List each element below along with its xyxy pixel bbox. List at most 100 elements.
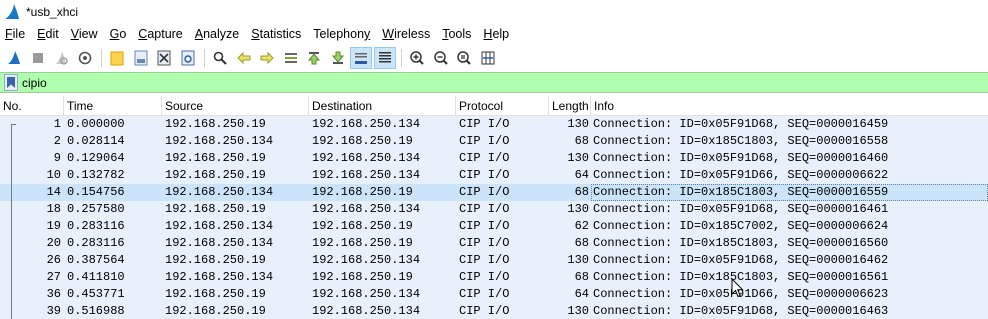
packet-protocol: CIP I/O xyxy=(459,219,510,233)
packet-destination: 192.168.250.134 xyxy=(312,168,421,182)
display-filter-input[interactable]: cipio xyxy=(22,76,47,90)
packet-time: 0.154756 xyxy=(67,185,125,199)
restart-icon[interactable] xyxy=(50,47,72,69)
auto-scroll-icon[interactable] xyxy=(350,46,372,69)
menu-go[interactable]: Go xyxy=(104,24,133,44)
packet-row[interactable]: 10 0.132782 192.168.250.19 192.168.250.134 C… xyxy=(0,167,988,184)
packet-length: 68 xyxy=(574,236,589,250)
packet-length: 130 xyxy=(567,151,589,165)
packet-number: 26 xyxy=(46,253,61,267)
first-packet-icon[interactable] xyxy=(303,47,325,69)
packet-destination: 192.168.250.134 xyxy=(312,151,421,165)
toolbar-separator xyxy=(204,48,205,67)
packet-source: 192.168.250.134 xyxy=(165,219,274,233)
menu-file[interactable]: File xyxy=(0,24,31,44)
menu-help[interactable]: Help xyxy=(477,24,515,44)
packet-number: 39 xyxy=(46,304,61,318)
packet-row[interactable]: 36 0.453771 192.168.250.19 192.168.250.134 C… xyxy=(0,286,988,303)
column-header-no[interactable]: No. xyxy=(0,96,64,116)
last-packet-icon[interactable] xyxy=(327,47,349,69)
colorize-icon[interactable] xyxy=(373,46,396,69)
conversation-tree-tick xyxy=(11,124,16,125)
mouse-pointer-icon xyxy=(731,278,744,298)
reload-icon[interactable] xyxy=(177,47,199,69)
packet-row[interactable]: 1 0.000000 192.168.250.19 192.168.250.134 CI… xyxy=(0,116,988,133)
column-header-destination[interactable]: Destination xyxy=(309,96,456,116)
open-icon[interactable] xyxy=(106,47,128,69)
packet-length: 130 xyxy=(567,202,589,216)
packet-length: 62 xyxy=(574,219,589,233)
packet-info: Connection: ID=0x05F91D68, SEQ=000001646… xyxy=(593,202,889,216)
packet-info: Connection: ID=0x185C7002, SEQ=000000662… xyxy=(593,219,889,233)
close-file-icon[interactable] xyxy=(153,47,175,69)
packet-time: 0.257580 xyxy=(67,202,125,216)
packet-number: 19 xyxy=(46,219,61,233)
menu-wireless[interactable]: Wireless xyxy=(376,24,436,44)
filter-bookmark-icon[interactable] xyxy=(4,74,18,91)
go-forward-icon[interactable] xyxy=(256,47,278,69)
packet-destination: 192.168.250.19 xyxy=(312,219,413,233)
packet-length: 64 xyxy=(574,168,589,182)
packet-number: 18 xyxy=(46,202,61,216)
packet-time: 0.387564 xyxy=(67,253,125,267)
packet-number: 20 xyxy=(46,236,61,250)
title-bar: *usb_xhci xyxy=(0,0,988,24)
menu-analyze[interactable]: Analyze xyxy=(189,24,245,44)
menu-edit[interactable]: Edit xyxy=(31,24,65,44)
column-header-info[interactable]: Info xyxy=(591,96,988,116)
packet-length: 68 xyxy=(574,134,589,148)
menu-tools[interactable]: Tools xyxy=(436,24,477,44)
column-header-length[interactable]: Length xyxy=(549,96,591,116)
packet-destination: 192.168.250.19 xyxy=(312,270,413,284)
packet-protocol: CIP I/O xyxy=(459,185,510,199)
packet-row[interactable]: 9 0.129064 192.168.250.19 192.168.250.134 CI… xyxy=(0,150,988,167)
resize-columns-icon[interactable] xyxy=(477,47,499,69)
go-back-icon[interactable] xyxy=(233,47,255,69)
zoom-in-icon[interactable] xyxy=(406,47,428,69)
find-icon[interactable] xyxy=(209,47,231,69)
packet-source: 192.168.250.19 xyxy=(165,168,266,182)
go-to-packet-icon[interactable] xyxy=(280,47,302,69)
packet-protocol: CIP I/O xyxy=(459,134,510,148)
stop-icon[interactable] xyxy=(27,47,49,69)
column-header-source[interactable]: Source xyxy=(162,96,309,116)
packet-time: 0.132782 xyxy=(67,168,125,182)
packet-number: 2 xyxy=(53,134,61,148)
save-icon[interactable] xyxy=(130,47,152,69)
packet-destination: 192.168.250.134 xyxy=(312,117,421,131)
menu-view[interactable]: View xyxy=(65,24,104,44)
packet-number: 1 xyxy=(53,117,61,131)
zoom-out-icon[interactable] xyxy=(430,47,452,69)
toolbar-separator xyxy=(401,48,402,67)
normal-size-icon[interactable] xyxy=(453,47,475,69)
packet-destination: 192.168.250.134 xyxy=(312,253,421,267)
packet-source: 192.168.250.134 xyxy=(165,134,274,148)
packet-info: Connection: ID=0x185C1803, SEQ=000001655… xyxy=(591,184,988,201)
packet-row[interactable]: 2 0.028114 192.168.250.134 192.168.250.19 CI… xyxy=(0,133,988,150)
packet-row[interactable]: 19 0.283116 192.168.250.134 192.168.250.19 C… xyxy=(0,218,988,235)
packet-time: 0.283116 xyxy=(67,236,125,250)
packet-row[interactable]: 18 0.257580 192.168.250.19 192.168.250.134 C… xyxy=(0,201,988,218)
options-icon[interactable] xyxy=(74,47,96,69)
packet-protocol: CIP I/O xyxy=(459,253,510,267)
packet-row[interactable]: 14 0.154756 192.168.250.134 192.168.250.19 C… xyxy=(0,184,988,201)
packet-length: 68 xyxy=(574,270,589,284)
menu-statistics[interactable]: Statistics xyxy=(245,24,307,44)
packet-row[interactable]: 27 0.411810 192.168.250.134 192.168.250.19 C… xyxy=(0,269,988,286)
packet-length: 68 xyxy=(574,185,589,199)
menu-capture[interactable]: Capture xyxy=(132,24,188,44)
packet-number: 27 xyxy=(46,270,61,284)
menu-telephony[interactable]: Telephony xyxy=(307,24,376,44)
packet-row[interactable]: 20 0.283116 192.168.250.134 192.168.250.19 C… xyxy=(0,235,988,252)
packet-info: Connection: ID=0x05F91D68, SEQ=000001646… xyxy=(593,253,889,267)
packet-row[interactable]: 26 0.387564 192.168.250.19 192.168.250.134 C… xyxy=(0,252,988,269)
packet-destination: 192.168.250.19 xyxy=(312,134,413,148)
shark-fin-start-icon[interactable] xyxy=(3,47,25,69)
column-header-protocol[interactable]: Protocol xyxy=(456,96,549,116)
packet-number: 36 xyxy=(46,287,61,301)
column-header-time[interactable]: Time xyxy=(64,96,162,116)
packet-info: Connection: ID=0x05F91D68, SEQ=000001645… xyxy=(593,117,889,131)
menu-bar: File Edit View Go Capture Analyze Statistics Te… xyxy=(0,24,988,44)
conversation-tree-line xyxy=(11,124,12,319)
packet-row[interactable]: 39 0.516988 192.168.250.19 192.168.250.134 C… xyxy=(0,303,988,319)
